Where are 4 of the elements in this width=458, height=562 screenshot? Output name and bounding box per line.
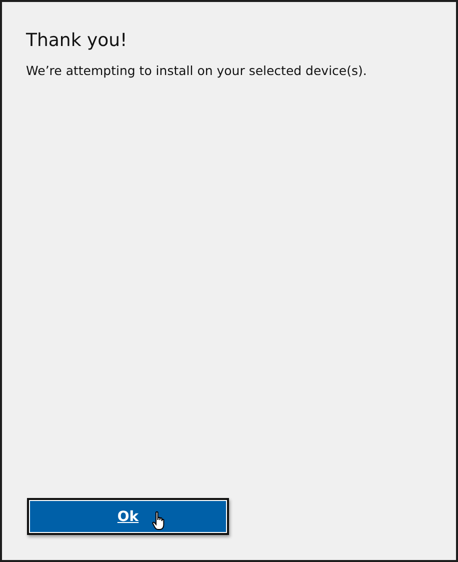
dialog-title: Thank you! [26,30,128,51]
ok-button[interactable]: Ok [27,498,229,535]
dialog-message: We’re attempting to install on your selected device(s). [26,63,368,78]
hand-cursor-icon [152,511,166,531]
